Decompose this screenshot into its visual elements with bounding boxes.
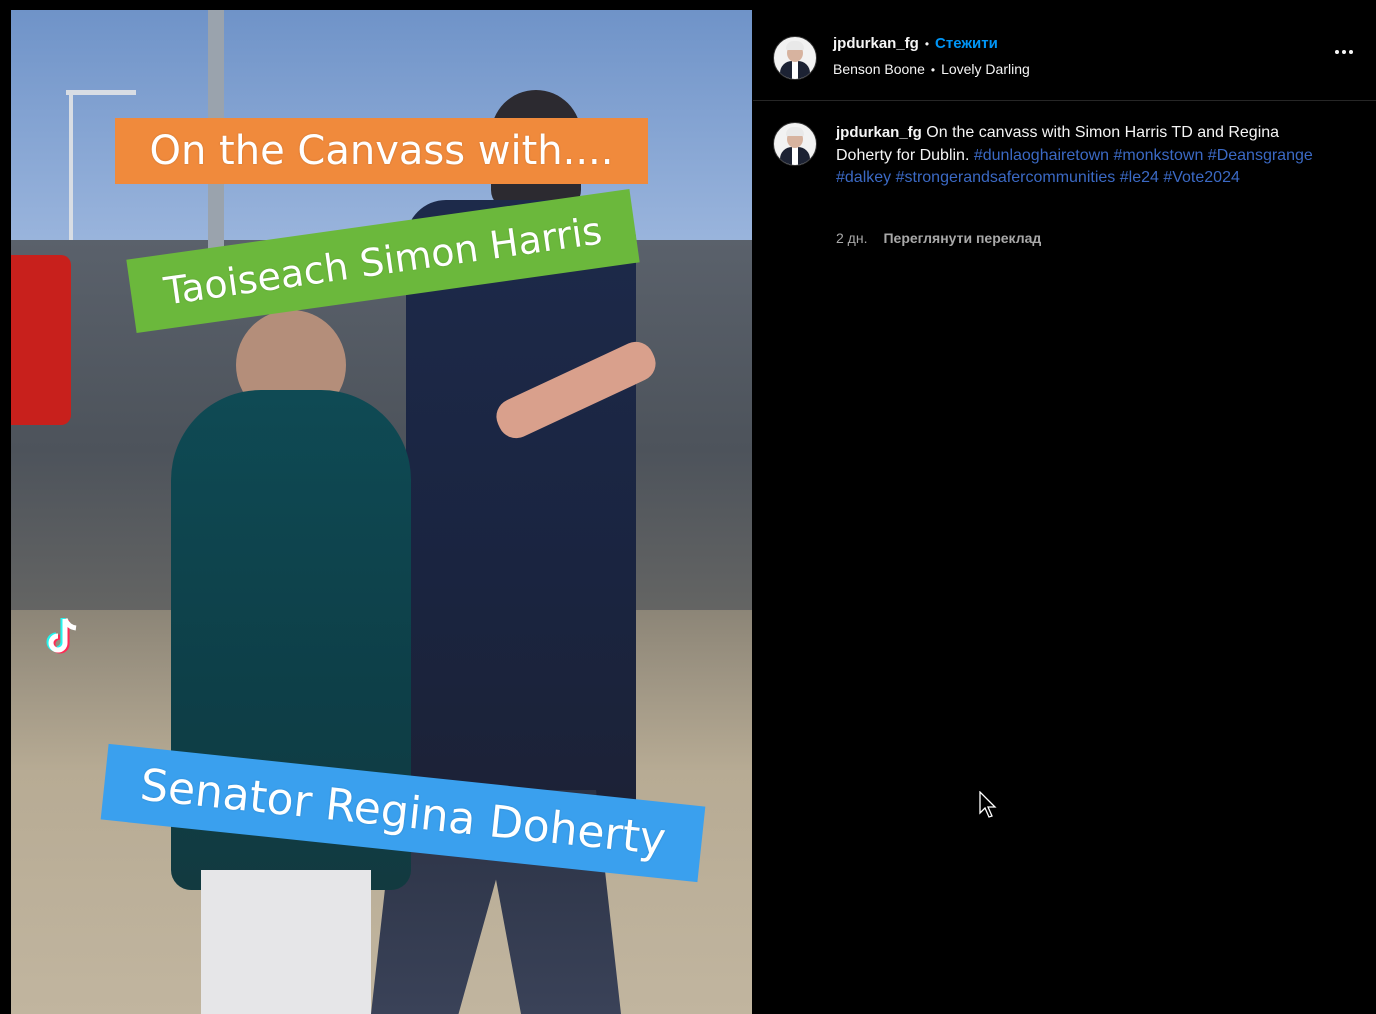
tiktok-logo-icon xyxy=(46,618,77,654)
audio-info[interactable]: Benson Boone • Lovely Darling xyxy=(833,60,1030,79)
hashtag-link[interactable]: #Deansgrange xyxy=(1208,147,1313,164)
audio-separator: • xyxy=(930,63,936,77)
post-header: jpdurkan_fg • Стежити Benson Boone • Lovely … xyxy=(753,10,1376,101)
video-lifebuoy xyxy=(11,255,71,425)
author-username[interactable]: jpdurkan_fg xyxy=(833,35,919,52)
hashtag-link[interactable]: #dunlaoghairetown xyxy=(974,147,1109,164)
post-age[interactable]: 2 дн. xyxy=(836,230,867,246)
instagram-post-view: On the Canvass with.... Taoiseach Simon … xyxy=(0,0,1376,1014)
audio-artist[interactable]: Benson Boone xyxy=(833,61,925,77)
hashtag-link[interactable]: #le24 xyxy=(1120,169,1159,186)
video-woman-legs xyxy=(201,870,371,1014)
header-title-line: jpdurkan_fg • Стежити xyxy=(833,35,998,53)
header-separator: • xyxy=(924,37,930,51)
video-rail-post xyxy=(69,90,73,240)
mouse-pointer-icon xyxy=(979,791,997,818)
post-video[interactable]: On the Canvass with.... Taoiseach Simon … xyxy=(11,10,752,1014)
post-sidebar: jpdurkan_fg • Стежити Benson Boone • Lovely … xyxy=(753,10,1376,1014)
hashtag-link[interactable]: #monkstown xyxy=(1114,147,1204,164)
video-rail xyxy=(66,90,136,95)
caption-author-avatar[interactable] xyxy=(773,122,817,166)
follow-button[interactable]: Стежити xyxy=(935,35,998,52)
video-man xyxy=(406,200,636,820)
more-options-icon[interactable] xyxy=(1332,40,1356,64)
author-avatar[interactable] xyxy=(773,36,817,80)
audio-track[interactable]: Lovely Darling xyxy=(941,61,1030,77)
video-overlay-top: On the Canvass with.... xyxy=(115,118,648,184)
hashtag-link[interactable]: #dalkey xyxy=(836,169,891,186)
hashtag-link[interactable]: #strongerandsafercommunities xyxy=(896,169,1116,186)
caption-username[interactable]: jpdurkan_fg xyxy=(836,124,922,141)
caption-body: jpdurkan_fg On the canvass with Simon Ha… xyxy=(836,122,1336,190)
hashtag-link[interactable]: #Vote2024 xyxy=(1163,169,1240,186)
see-translation-button[interactable]: Переглянути переклад xyxy=(883,230,1041,246)
caption-meta: 2 дн. Переглянути переклад xyxy=(836,230,1041,246)
